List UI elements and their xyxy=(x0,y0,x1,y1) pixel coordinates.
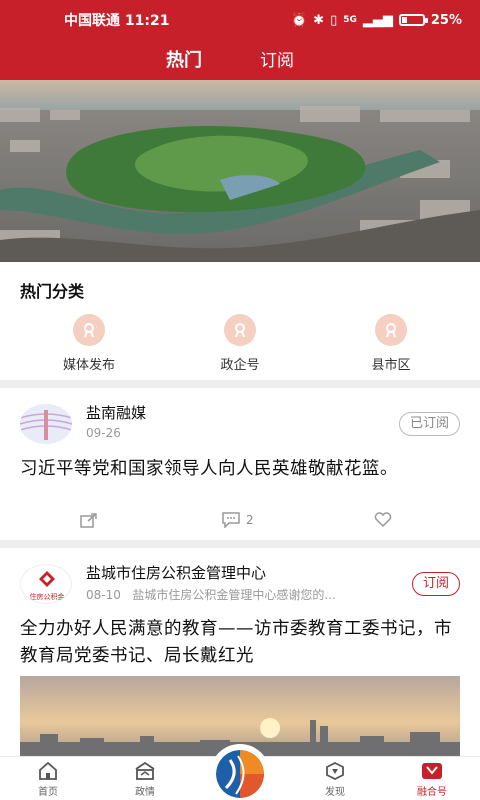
vibrate-icon: ▯ xyxy=(330,12,338,28)
post-title[interactable]: 习近平等党和国家领导人向人民英雄敬献花篮。 xyxy=(20,456,460,483)
comment-button[interactable]: 2 xyxy=(222,512,254,528)
comment-icon xyxy=(222,512,240,528)
share-button[interactable] xyxy=(80,512,98,528)
post-date: 08-10 xyxy=(86,588,121,602)
category-label: 县市区 xyxy=(371,358,411,373)
nav-label: 融合号 xyxy=(417,787,447,798)
nav-label: 政情 xyxy=(135,787,155,798)
avatar[interactable]: 住房公积金 xyxy=(20,564,72,604)
category-label: 媒体发布 xyxy=(62,358,115,373)
share-icon xyxy=(80,513,97,528)
heart-icon xyxy=(374,512,392,528)
post-card[interactable]: 住房公积金 盐城市住房公积金管理中心 08-10 盐城市住房公积金管理中心感谢您… xyxy=(0,548,480,760)
hot-categories-card: 热门分类 媒体发布 政企号 县市区 xyxy=(0,262,480,380)
author-name[interactable]: 盐城市住房公积金管理中心 xyxy=(86,562,266,583)
carrier-time: 中国联通 11:21 xyxy=(64,13,170,29)
category-counties[interactable]: 县市区 xyxy=(331,314,451,373)
author-name[interactable]: 盐南融媒 xyxy=(86,402,146,423)
rongheha-icon xyxy=(422,763,442,779)
post-card[interactable]: 盐南融媒 09-26 已订阅 习近平等党和国家领导人向人民英雄敬献花篮。 2 xyxy=(0,388,480,540)
hot-categories-title: 热门分类 xyxy=(20,282,85,301)
banner-image[interactable] xyxy=(0,80,480,262)
avatar-text: 住房公积金 xyxy=(29,593,65,601)
category-government-enterprise[interactable]: 政企号 xyxy=(180,314,300,373)
center-logo-button[interactable] xyxy=(210,744,270,798)
comment-count: 2 xyxy=(246,513,254,527)
post-excerpt: 盐城市住房公积金管理中心感谢您的... xyxy=(132,588,336,602)
like-button[interactable] xyxy=(374,512,392,528)
header-tabs: 热门 订阅 xyxy=(0,40,480,80)
nav-government[interactable]: 政情 xyxy=(115,761,175,798)
battery-icon xyxy=(398,14,428,26)
user-badge-icon xyxy=(375,314,407,346)
user-badge-icon xyxy=(73,314,105,346)
tab-subscribe[interactable]: 订阅 xyxy=(260,46,294,71)
post-title[interactable]: 全力办好人民满意的教育——访市委教育工委书记，市教育局党委书记、局长戴红光 xyxy=(20,616,460,670)
nav-label: 首页 xyxy=(38,787,58,798)
signal-bars-icon: ▂▄▆ xyxy=(362,12,393,28)
avatar[interactable] xyxy=(20,404,72,444)
nav-rongheha[interactable]: 融合号 xyxy=(402,761,462,798)
app-logo-icon xyxy=(216,750,264,798)
subscribe-button[interactable]: 订阅 xyxy=(411,572,460,596)
post-meta: 08-10 盐城市住房公积金管理中心感谢您的... xyxy=(86,586,386,603)
nav-home[interactable]: 首页 xyxy=(18,761,78,798)
discover-icon xyxy=(326,762,344,780)
alarm-icon: ⏰ xyxy=(290,12,308,28)
bluetooth-icon: ✱ xyxy=(313,12,325,28)
nav-discover[interactable]: 发现 xyxy=(305,761,365,798)
status-bar: 中国联通 11:21 ⏰ ✱ ▯ 5G ▂▄▆ 25% xyxy=(0,0,480,40)
category-media-release[interactable]: 媒体发布 xyxy=(29,314,149,373)
user-badge-icon xyxy=(224,314,256,346)
app-header: 中国联通 11:21 ⏰ ✱ ▯ 5G ▂▄▆ 25% 热门 订阅 xyxy=(0,0,480,80)
home-icon xyxy=(39,762,57,780)
post-actions: 2 xyxy=(0,512,480,536)
subscribed-button[interactable]: 已订阅 xyxy=(398,412,460,436)
battery-percent: 25% xyxy=(430,12,462,28)
category-label: 政企号 xyxy=(220,358,260,373)
post-date: 09-26 xyxy=(86,426,121,440)
tab-hot[interactable]: 热门 xyxy=(166,46,202,72)
government-icon xyxy=(135,762,155,780)
nav-label: 发现 xyxy=(325,787,345,798)
signal-5g-icon: 5G xyxy=(343,15,357,25)
